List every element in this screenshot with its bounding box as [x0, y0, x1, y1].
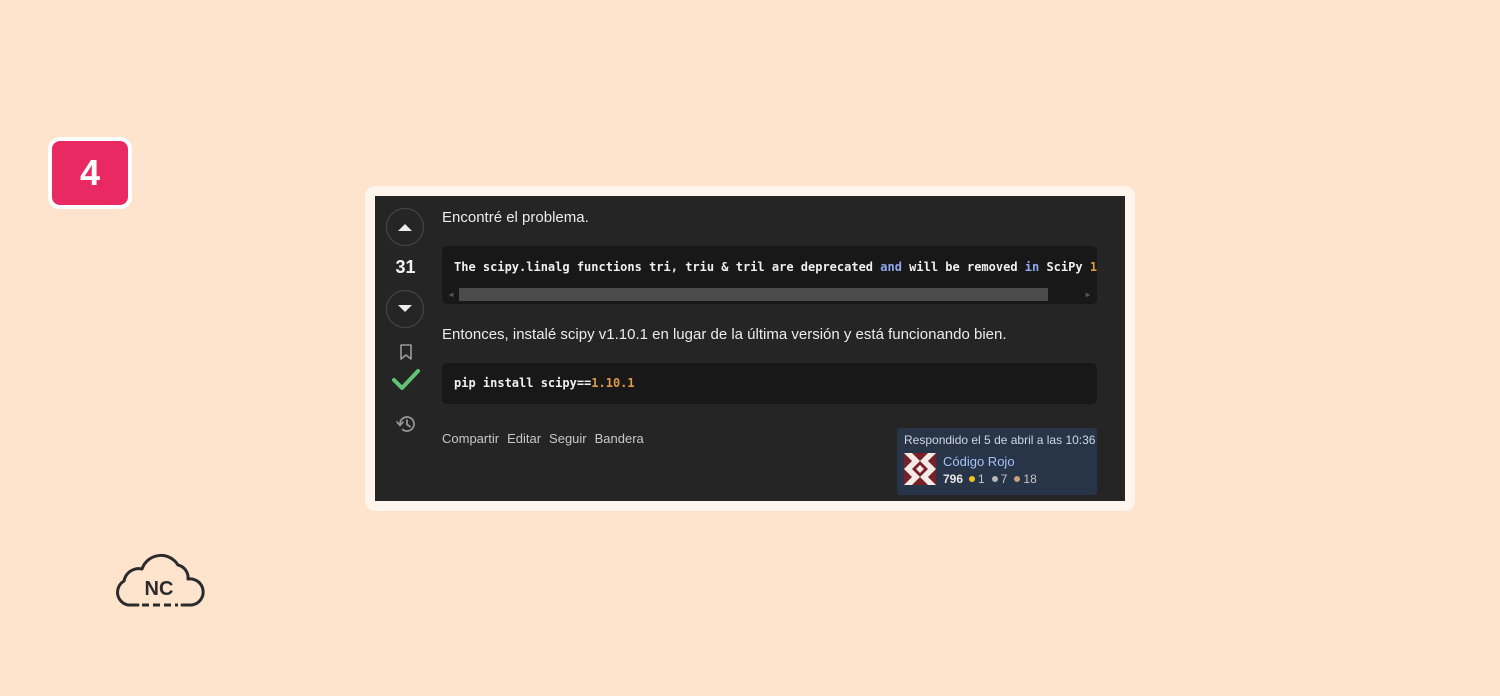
code-line: The scipy.linalg functions tri, triu & t…	[454, 260, 1097, 274]
answer-second-text: Entonces, instalé scipy v1.10.1 en lugar…	[442, 326, 1007, 343]
answer-intro-text: Encontré el problema.	[442, 209, 589, 226]
scrollbar-thumb[interactable]	[459, 288, 1048, 301]
user-card: Respondido el 5 de abril a las 10:36 Cód…	[897, 428, 1097, 495]
step-number-badge: 4	[48, 137, 132, 209]
upvote-button[interactable]	[386, 208, 424, 246]
bronze-badge-icon	[1014, 476, 1021, 482]
downvote-button[interactable]	[386, 290, 424, 328]
avatar[interactable]	[904, 453, 936, 485]
silver-badge-icon	[991, 476, 998, 482]
answered-timestamp: Respondido el 5 de abril a las 10:36	[904, 433, 1096, 447]
code-text: will be removed	[901, 260, 1025, 274]
vote-column: 31	[375, 196, 437, 501]
user-name-link[interactable]: Código Rojo	[943, 454, 1015, 469]
silver-badge-count: 7	[1000, 472, 1008, 486]
code-block-pip-install: pip install scipy==1.10.1	[442, 363, 1097, 404]
reputation-line: 796 1 7 18	[943, 472, 1041, 486]
scroll-right-icon[interactable]: ▶	[1081, 288, 1095, 302]
code-text: The scipy.linalg functions tri, triu & t…	[454, 260, 881, 274]
code-keyword: and	[880, 260, 902, 274]
reputation-score: 796	[943, 472, 964, 486]
bronze-badge-count: 18	[1023, 472, 1037, 486]
code-keyword: in	[1024, 260, 1040, 274]
edit-link[interactable]: Editar	[507, 431, 541, 446]
history-icon[interactable]	[395, 414, 417, 434]
follow-link[interactable]: Seguir	[549, 431, 587, 446]
flag-link[interactable]: Bandera	[595, 431, 644, 446]
code-text: pip install scipy==	[454, 376, 592, 390]
gold-badge-icon	[969, 476, 976, 482]
code-number: 1.10.1	[591, 376, 635, 390]
post-actions: Compartir Editar Seguir Bandera	[442, 431, 644, 446]
bookmark-icon[interactable]	[399, 344, 413, 360]
logo-text: NC	[145, 578, 174, 600]
share-link[interactable]: Compartir	[442, 431, 499, 446]
nc-cloud-logo: NC	[116, 553, 205, 607]
gold-badge-count: 1	[978, 472, 985, 486]
scroll-left-icon[interactable]: ◀	[444, 288, 458, 302]
code-number: 1.	[1089, 260, 1097, 274]
answer-panel: 31 Encontré el problema. The scipy.linal…	[375, 196, 1125, 501]
code-block-deprecation: The scipy.linalg functions tri, triu & t…	[442, 246, 1097, 304]
horizontal-scrollbar[interactable]: ◀ ▶	[442, 288, 1097, 302]
vote-count: 31	[395, 257, 416, 277]
arrow-up-icon	[398, 224, 412, 231]
accepted-check-icon	[392, 369, 420, 390]
arrow-down-icon	[398, 305, 412, 312]
screenshot-frame: 31 Encontré el problema. The scipy.linal…	[365, 186, 1135, 511]
code-text: SciPy	[1039, 260, 1090, 274]
